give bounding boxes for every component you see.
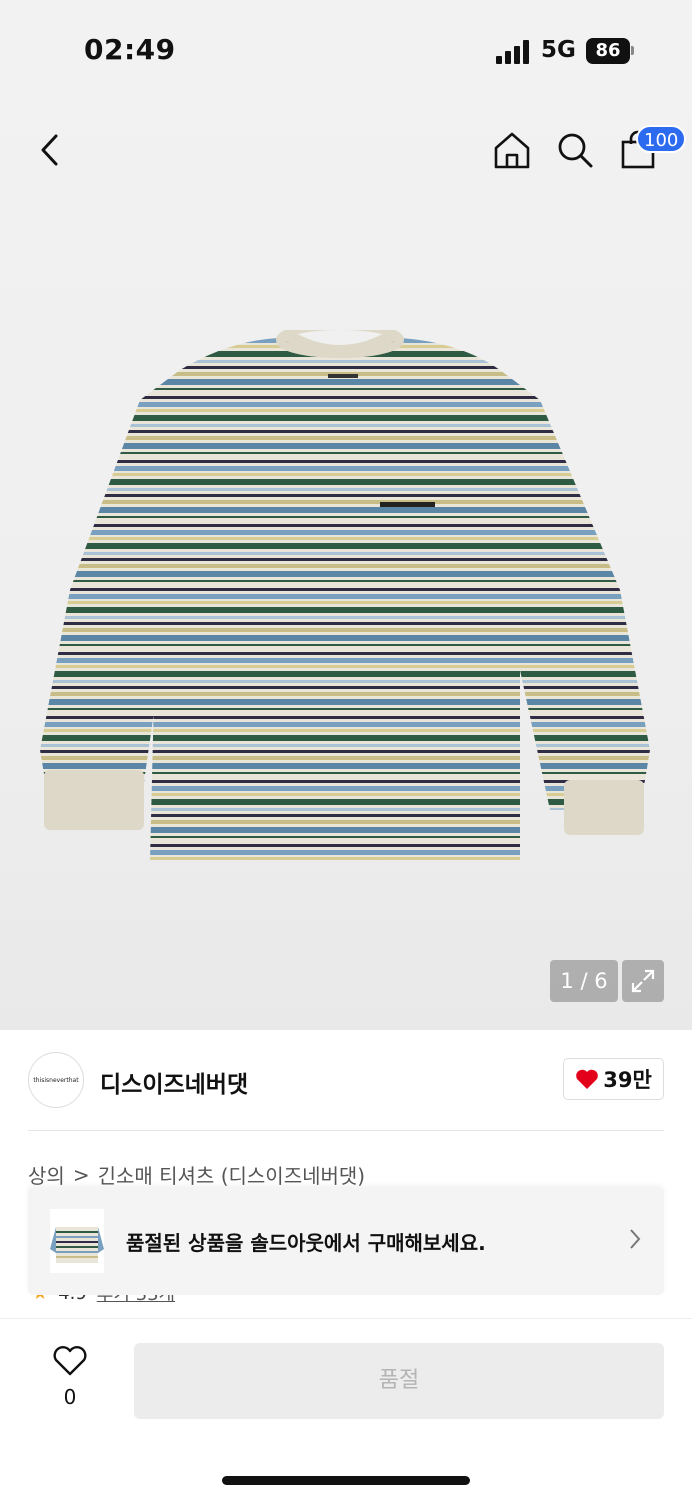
network-label: 5G <box>541 37 576 63</box>
soldout-banner[interactable]: 품절된 상품을 솔드아웃에서 구매해보세요. <box>28 1187 664 1295</box>
brand-like-count: 39만 <box>603 1068 652 1092</box>
wishlist-button[interactable]: 0 <box>44 1345 96 1409</box>
search-icon[interactable] <box>551 126 599 174</box>
breadcrumb-subcategory[interactable]: 긴소매 티셔츠 (디스이즈네버댓) <box>98 1160 366 1189</box>
chevron-right-icon <box>630 1229 641 1249</box>
home-indicator[interactable] <box>222 1476 470 1485</box>
battery-tip <box>631 46 634 55</box>
wishlist-count: 0 <box>63 1385 77 1409</box>
divider <box>28 1130 664 1131</box>
product-image <box>40 330 650 860</box>
breadcrumb: 상의 > 긴소매 티셔츠 (디스이즈네버댓) <box>28 1160 365 1189</box>
banner-product-thumbnail <box>50 1209 104 1273</box>
breadcrumb-separator: > <box>72 1162 90 1187</box>
brand-row[interactable]: thisisneverthat 디스이즈네버댓 39만 <box>28 1052 664 1110</box>
cart-badge[interactable]: 100 <box>636 125 687 153</box>
status-time: 02:49 <box>84 33 176 66</box>
bottom-action-bar: 0 품절 <box>0 1318 692 1500</box>
soldout-banner-text: 품절된 상품을 솔드아웃에서 구매해보세요. <box>126 1231 486 1255</box>
home-icon[interactable] <box>488 126 536 174</box>
soldout-buy-button[interactable]: 품절 <box>134 1343 664 1419</box>
brand-like-button[interactable]: 39만 <box>563 1058 664 1100</box>
battery-icon: 86 <box>586 38 630 64</box>
heart-icon <box>576 1069 599 1089</box>
product-image-area[interactable]: 02:49 5G 86 100 1 / 6 <box>0 0 692 1030</box>
expand-icon[interactable] <box>622 960 664 1002</box>
image-pager: 1 / 6 <box>550 960 618 1002</box>
brand-name[interactable]: 디스이즈네버댓 <box>100 1065 248 1099</box>
brand-logo[interactable]: thisisneverthat <box>28 1052 84 1108</box>
status-bar: 02:49 5G 86 <box>0 0 692 100</box>
breadcrumb-category[interactable]: 상의 <box>28 1160 65 1189</box>
signal-icon <box>496 40 530 64</box>
heart-outline-icon <box>53 1346 87 1376</box>
back-icon[interactable] <box>26 126 74 174</box>
top-nav <box>0 120 692 184</box>
